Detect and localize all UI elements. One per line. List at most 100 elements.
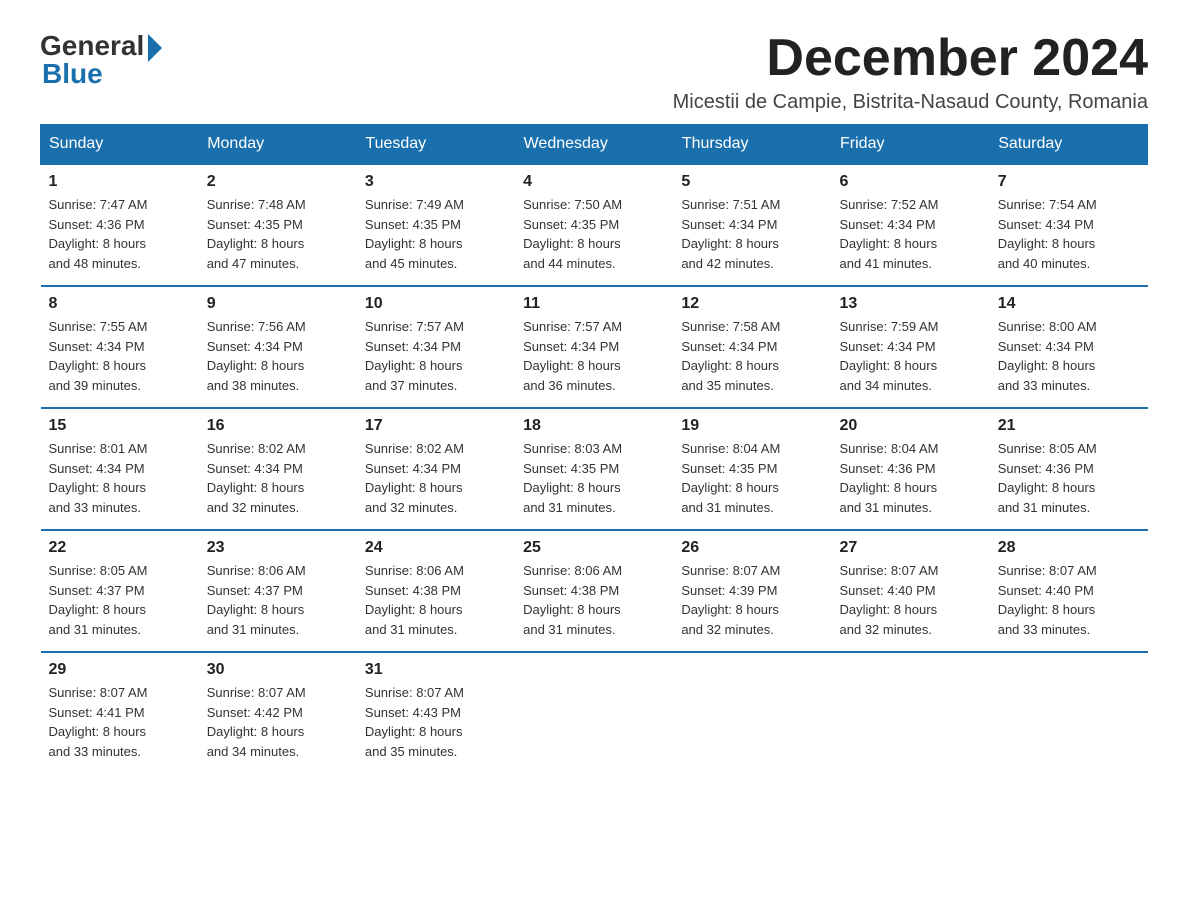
calendar-table: SundayMondayTuesdayWednesdayThursdayFrid… xyxy=(40,124,1148,773)
calendar-day-cell: 10 Sunrise: 7:57 AMSunset: 4:34 PMDaylig… xyxy=(357,286,515,408)
day-number: 18 xyxy=(523,417,665,435)
day-info: Sunrise: 7:57 AMSunset: 4:34 PMDaylight:… xyxy=(365,319,464,393)
day-info: Sunrise: 8:01 AMSunset: 4:34 PMDaylight:… xyxy=(49,441,148,515)
day-info: Sunrise: 8:05 AMSunset: 4:37 PMDaylight:… xyxy=(49,563,148,637)
calendar-day-cell: 22 Sunrise: 8:05 AMSunset: 4:37 PMDaylig… xyxy=(41,530,199,652)
day-info: Sunrise: 8:02 AMSunset: 4:34 PMDaylight:… xyxy=(207,441,306,515)
calendar-day-cell: 19 Sunrise: 8:04 AMSunset: 4:35 PMDaylig… xyxy=(673,408,831,530)
day-info: Sunrise: 8:07 AMSunset: 4:39 PMDaylight:… xyxy=(681,563,780,637)
day-of-week-header: Friday xyxy=(832,125,990,165)
calendar-day-cell: 18 Sunrise: 8:03 AMSunset: 4:35 PMDaylig… xyxy=(515,408,673,530)
day-info: Sunrise: 7:58 AMSunset: 4:34 PMDaylight:… xyxy=(681,319,780,393)
calendar-day-cell: 4 Sunrise: 7:50 AMSunset: 4:35 PMDayligh… xyxy=(515,164,673,286)
day-number: 13 xyxy=(840,295,982,313)
calendar-day-cell: 7 Sunrise: 7:54 AMSunset: 4:34 PMDayligh… xyxy=(990,164,1148,286)
day-info: Sunrise: 8:06 AMSunset: 4:38 PMDaylight:… xyxy=(365,563,464,637)
calendar-day-cell: 13 Sunrise: 7:59 AMSunset: 4:34 PMDaylig… xyxy=(832,286,990,408)
day-number: 11 xyxy=(523,295,665,313)
day-number: 4 xyxy=(523,173,665,191)
calendar-day-cell: 20 Sunrise: 8:04 AMSunset: 4:36 PMDaylig… xyxy=(832,408,990,530)
logo: General Blue xyxy=(40,30,162,90)
day-number: 9 xyxy=(207,295,349,313)
calendar-week-row: 29 Sunrise: 8:07 AMSunset: 4:41 PMDaylig… xyxy=(41,652,1149,773)
calendar-day-cell: 9 Sunrise: 7:56 AMSunset: 4:34 PMDayligh… xyxy=(199,286,357,408)
day-of-week-header: Sunday xyxy=(41,125,199,165)
day-number: 3 xyxy=(365,173,507,191)
day-number: 5 xyxy=(681,173,823,191)
day-number: 19 xyxy=(681,417,823,435)
logo-arrow-icon xyxy=(148,34,162,62)
calendar-day-cell: 14 Sunrise: 8:00 AMSunset: 4:34 PMDaylig… xyxy=(990,286,1148,408)
day-number: 23 xyxy=(207,539,349,557)
day-info: Sunrise: 8:07 AMSunset: 4:43 PMDaylight:… xyxy=(365,685,464,759)
calendar-day-cell: 24 Sunrise: 8:06 AMSunset: 4:38 PMDaylig… xyxy=(357,530,515,652)
day-info: Sunrise: 8:07 AMSunset: 4:41 PMDaylight:… xyxy=(49,685,148,759)
calendar-day-cell: 3 Sunrise: 7:49 AMSunset: 4:35 PMDayligh… xyxy=(357,164,515,286)
day-info: Sunrise: 8:06 AMSunset: 4:38 PMDaylight:… xyxy=(523,563,622,637)
day-number: 12 xyxy=(681,295,823,313)
calendar-day-cell xyxy=(832,652,990,773)
day-number: 27 xyxy=(840,539,982,557)
logo-blue-text: Blue xyxy=(42,58,103,90)
day-number: 17 xyxy=(365,417,507,435)
location-title: Micestii de Campie, Bistrita-Nasaud Coun… xyxy=(673,91,1148,114)
day-of-week-header: Thursday xyxy=(673,125,831,165)
calendar-day-cell: 8 Sunrise: 7:55 AMSunset: 4:34 PMDayligh… xyxy=(41,286,199,408)
day-info: Sunrise: 7:48 AMSunset: 4:35 PMDaylight:… xyxy=(207,197,306,271)
day-number: 14 xyxy=(998,295,1140,313)
month-title: December 2024 xyxy=(673,30,1148,87)
calendar-day-cell: 27 Sunrise: 8:07 AMSunset: 4:40 PMDaylig… xyxy=(832,530,990,652)
day-info: Sunrise: 7:52 AMSunset: 4:34 PMDaylight:… xyxy=(840,197,939,271)
day-number: 25 xyxy=(523,539,665,557)
day-info: Sunrise: 7:55 AMSunset: 4:34 PMDaylight:… xyxy=(49,319,148,393)
calendar-day-cell: 15 Sunrise: 8:01 AMSunset: 4:34 PMDaylig… xyxy=(41,408,199,530)
day-info: Sunrise: 8:06 AMSunset: 4:37 PMDaylight:… xyxy=(207,563,306,637)
day-number: 8 xyxy=(49,295,191,313)
calendar-day-cell: 6 Sunrise: 7:52 AMSunset: 4:34 PMDayligh… xyxy=(832,164,990,286)
day-number: 31 xyxy=(365,661,507,679)
calendar-body: 1 Sunrise: 7:47 AMSunset: 4:36 PMDayligh… xyxy=(41,164,1149,773)
day-info: Sunrise: 8:02 AMSunset: 4:34 PMDaylight:… xyxy=(365,441,464,515)
calendar-day-cell: 26 Sunrise: 8:07 AMSunset: 4:39 PMDaylig… xyxy=(673,530,831,652)
day-info: Sunrise: 8:04 AMSunset: 4:36 PMDaylight:… xyxy=(840,441,939,515)
day-info: Sunrise: 7:49 AMSunset: 4:35 PMDaylight:… xyxy=(365,197,464,271)
day-info: Sunrise: 8:07 AMSunset: 4:40 PMDaylight:… xyxy=(840,563,939,637)
day-info: Sunrise: 8:07 AMSunset: 4:40 PMDaylight:… xyxy=(998,563,1097,637)
day-info: Sunrise: 7:47 AMSunset: 4:36 PMDaylight:… xyxy=(49,197,148,271)
calendar-week-row: 1 Sunrise: 7:47 AMSunset: 4:36 PMDayligh… xyxy=(41,164,1149,286)
day-of-week-header: Saturday xyxy=(990,125,1148,165)
day-number: 28 xyxy=(998,539,1140,557)
day-of-week-header: Wednesday xyxy=(515,125,673,165)
day-number: 20 xyxy=(840,417,982,435)
calendar-day-cell: 21 Sunrise: 8:05 AMSunset: 4:36 PMDaylig… xyxy=(990,408,1148,530)
day-info: Sunrise: 8:03 AMSunset: 4:35 PMDaylight:… xyxy=(523,441,622,515)
calendar-day-cell: 2 Sunrise: 7:48 AMSunset: 4:35 PMDayligh… xyxy=(199,164,357,286)
day-number: 15 xyxy=(49,417,191,435)
calendar-day-cell: 12 Sunrise: 7:58 AMSunset: 4:34 PMDaylig… xyxy=(673,286,831,408)
calendar-day-cell: 5 Sunrise: 7:51 AMSunset: 4:34 PMDayligh… xyxy=(673,164,831,286)
calendar-day-cell: 23 Sunrise: 8:06 AMSunset: 4:37 PMDaylig… xyxy=(199,530,357,652)
day-info: Sunrise: 7:54 AMSunset: 4:34 PMDaylight:… xyxy=(998,197,1097,271)
calendar-day-cell xyxy=(515,652,673,773)
day-number: 22 xyxy=(49,539,191,557)
calendar-day-cell: 17 Sunrise: 8:02 AMSunset: 4:34 PMDaylig… xyxy=(357,408,515,530)
calendar-header: SundayMondayTuesdayWednesdayThursdayFrid… xyxy=(41,125,1149,165)
day-info: Sunrise: 7:51 AMSunset: 4:34 PMDaylight:… xyxy=(681,197,780,271)
calendar-day-cell xyxy=(990,652,1148,773)
day-info: Sunrise: 7:59 AMSunset: 4:34 PMDaylight:… xyxy=(840,319,939,393)
calendar-day-cell: 25 Sunrise: 8:06 AMSunset: 4:38 PMDaylig… xyxy=(515,530,673,652)
day-number: 24 xyxy=(365,539,507,557)
day-info: Sunrise: 8:00 AMSunset: 4:34 PMDaylight:… xyxy=(998,319,1097,393)
calendar-week-row: 8 Sunrise: 7:55 AMSunset: 4:34 PMDayligh… xyxy=(41,286,1149,408)
calendar-day-cell: 29 Sunrise: 8:07 AMSunset: 4:41 PMDaylig… xyxy=(41,652,199,773)
day-number: 1 xyxy=(49,173,191,191)
day-number: 10 xyxy=(365,295,507,313)
day-number: 21 xyxy=(998,417,1140,435)
calendar-week-row: 15 Sunrise: 8:01 AMSunset: 4:34 PMDaylig… xyxy=(41,408,1149,530)
day-number: 29 xyxy=(49,661,191,679)
calendar-day-cell xyxy=(673,652,831,773)
page-header: General Blue December 2024 Micestii de C… xyxy=(40,30,1148,114)
day-of-week-header: Monday xyxy=(199,125,357,165)
calendar-day-cell: 30 Sunrise: 8:07 AMSunset: 4:42 PMDaylig… xyxy=(199,652,357,773)
calendar-day-cell: 1 Sunrise: 7:47 AMSunset: 4:36 PMDayligh… xyxy=(41,164,199,286)
